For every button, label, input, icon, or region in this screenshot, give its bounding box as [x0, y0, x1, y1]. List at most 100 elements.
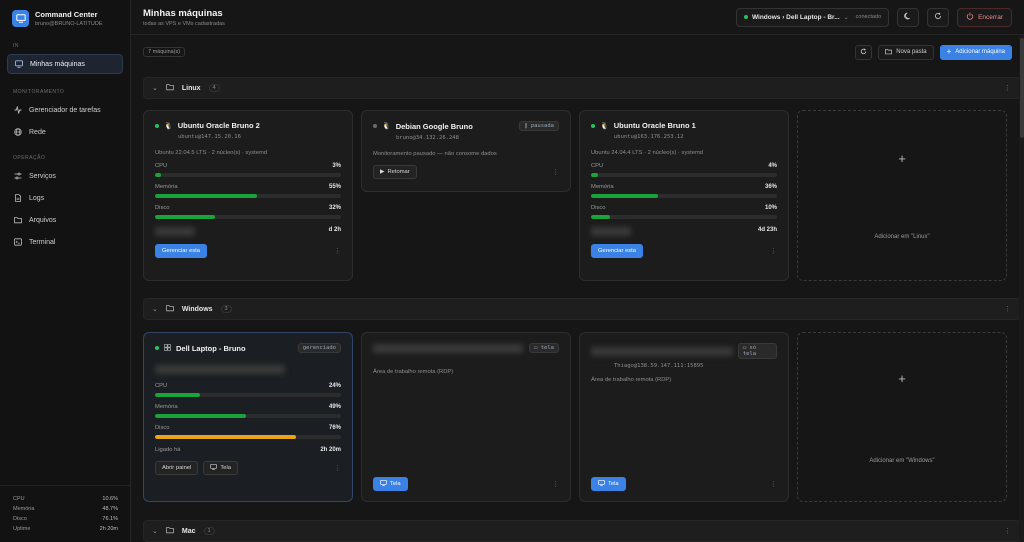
- machine-count: 7 máquina(s): [143, 47, 186, 57]
- machine-address: Thiago@138.59.147.111:15895: [614, 363, 704, 369]
- sidebar-item-label: Gerenciador de tarefas: [29, 106, 101, 114]
- add-machine-windows-card[interactable]: + Adicionar em "Windows": [797, 332, 1007, 502]
- plus-icon: +: [946, 47, 952, 56]
- plus-icon: +: [898, 151, 906, 166]
- metric-cpu: CPU 3%: [155, 163, 341, 177]
- machine-name: Debian Google Bruno: [395, 121, 473, 131]
- more-icon[interactable]: ⋮: [552, 168, 559, 176]
- add-machine-linux-card[interactable]: + Adicionar em "Linux": [797, 110, 1007, 281]
- file-text-icon: [14, 194, 22, 202]
- machine-os: Ubuntu 22.04.5 LTS · 2 núcleo(s) · syste…: [155, 150, 268, 156]
- main-content: Minhas máquinas todas as VPS e VMs cadas…: [131, 0, 1024, 542]
- end-session-button[interactable]: Encerrar: [957, 7, 1012, 27]
- more-icon[interactable]: ⋮: [770, 247, 777, 255]
- more-icon[interactable]: ⋮: [1004, 84, 1011, 92]
- screen-button[interactable]: Tela: [591, 477, 626, 491]
- status-dot-icon: [591, 123, 595, 128]
- terminal-icon: [14, 238, 22, 246]
- more-icon[interactable]: ⋮: [1004, 305, 1011, 313]
- group-windows[interactable]: ⌄ Windows 3 ⋮: [143, 298, 1020, 320]
- machine-card[interactable]: 🐧 Debian Google Bruno ‖ pausada bruno@34…: [361, 110, 571, 192]
- metric-cpu: CPU 4%: [591, 163, 777, 177]
- sidebar-section-ops: OPERAÇÃO: [13, 155, 46, 161]
- linux-icon: 🐧: [382, 123, 391, 130]
- machine-card[interactable]: ▭ tela Área de trabalho remota (RDP) Tel…: [361, 332, 571, 502]
- brand-title: Command Center: [35, 10, 98, 19]
- group-count: 1: [203, 527, 215, 535]
- manage-button[interactable]: Gerenciar esta: [591, 244, 644, 258]
- more-icon[interactable]: ⋮: [334, 247, 341, 255]
- resume-button[interactable]: ▶ Retomar: [373, 165, 417, 179]
- group-linux[interactable]: ⌄ Linux 4 ⋮: [143, 77, 1020, 99]
- memory-bar: [155, 194, 258, 198]
- refresh-button[interactable]: [927, 7, 950, 27]
- manage-button[interactable]: Gerenciar esta: [155, 244, 208, 258]
- chevron-down-icon: ⌄: [843, 14, 849, 21]
- system-stats: CPU 10.6% Memória 48.7% Disco 76.1% Uptime 2…: [0, 485, 130, 534]
- play-icon: ▶: [380, 169, 385, 175]
- sidebar-item-label: Rede: [29, 128, 46, 136]
- more-icon[interactable]: ⋮: [552, 480, 559, 488]
- reload-button[interactable]: [855, 44, 873, 60]
- machine-address: bruno@34.132.26.248: [396, 135, 459, 141]
- connection-status: conectado: [855, 14, 882, 20]
- sidebar-item-label: Minhas máquinas: [30, 60, 85, 68]
- machine-card[interactable]: 🐧 Ubuntu Oracle Bruno 2 ubuntu@147.15.20…: [143, 110, 353, 281]
- connection-selector[interactable]: Windows › Dell Laptop - Br... ⌄ conectad…: [735, 7, 890, 27]
- page-title: Minhas máquinas: [143, 7, 223, 19]
- more-icon[interactable]: ⋮: [770, 480, 777, 488]
- status-badge: ‖ pausada: [519, 121, 559, 131]
- more-icon[interactable]: ⋮: [334, 464, 341, 472]
- folder-icon: [14, 216, 22, 224]
- scrollbar-thumb[interactable]: [1020, 38, 1024, 138]
- activity-icon: [14, 106, 22, 114]
- status-badge: ▭ tela: [529, 343, 559, 353]
- add-machine-button[interactable]: + Adicionar máquina: [939, 44, 1012, 60]
- machine-address: ubuntu@147.15.20.16: [178, 134, 241, 140]
- stat-cpu: CPU 10.6%: [13, 496, 118, 502]
- status-dot-icon: [155, 346, 159, 350]
- machine-card[interactable]: Dell Laptop - Bruno gerenciado CPU 24% Me…: [143, 332, 353, 502]
- sidebar-item-label: Arquivos: [29, 216, 57, 224]
- moon-icon: [904, 12, 912, 22]
- folder-icon: [166, 304, 174, 314]
- screen-button[interactable]: Tela: [203, 461, 238, 475]
- sidebar-item-files[interactable]: Arquivos: [7, 210, 123, 230]
- screen-button[interactable]: Tela: [373, 477, 408, 491]
- folder-icon: [885, 48, 893, 57]
- more-icon[interactable]: ⋮: [1004, 527, 1011, 535]
- new-folder-button[interactable]: Nova pasta: [878, 44, 934, 60]
- open-panel-button[interactable]: Abrir painel: [155, 461, 199, 475]
- sidebar-item-terminal[interactable]: Terminal: [7, 232, 123, 252]
- sidebar-item-tasks[interactable]: Gerenciador de tarefas: [7, 100, 123, 120]
- sidebar-item-network[interactable]: Rede: [7, 122, 123, 142]
- group-mac[interactable]: ⌄ Mac 1 ⋮: [143, 520, 1020, 542]
- chevron-down-icon: ⌄: [152, 85, 158, 92]
- theme-toggle-button[interactable]: [897, 7, 920, 27]
- sidebar-item-logs[interactable]: Logs: [7, 188, 123, 208]
- sliders-icon: [14, 172, 22, 180]
- sidebar-section-monitor: MONITORAMENTO: [13, 89, 65, 95]
- metric-memory: Memória 36%: [591, 184, 777, 198]
- brand-subtitle: bruno@BRUNO-LATITUDE: [35, 21, 103, 27]
- folder-icon: [166, 83, 174, 93]
- sidebar-section-main: IN: [13, 43, 19, 49]
- topbar: Minhas máquinas todas as VPS e VMs cadas…: [131, 0, 1024, 35]
- machine-card[interactable]: ▭ só tela Thiago@138.59.147.111:15895 Ár…: [579, 332, 789, 502]
- machine-desc: Área de trabalho remota (RDP): [373, 369, 454, 375]
- folder-icon: [166, 526, 174, 536]
- sidebar-item-machines[interactable]: Minhas máquinas: [7, 54, 123, 74]
- status-dot-icon: [155, 123, 159, 128]
- metric-disk: Disco 76%: [155, 425, 341, 439]
- disk-bar: [591, 215, 610, 219]
- stat-memory: Memória 48.7%: [13, 506, 118, 512]
- group-count: 4: [208, 84, 220, 92]
- cpu-bar: [155, 393, 200, 397]
- stat-disk: Disco 76.1%: [13, 516, 118, 522]
- refresh-icon: [860, 48, 867, 57]
- sidebar-item-label: Terminal: [29, 238, 56, 246]
- machine-card[interactable]: 🐧 Ubuntu Oracle Bruno 1 ubuntu@163.176.2…: [579, 110, 789, 281]
- metric-memory: Memória 55%: [155, 184, 341, 198]
- linux-icon: 🐧: [600, 122, 609, 130]
- sidebar-item-services[interactable]: Serviços: [7, 166, 123, 186]
